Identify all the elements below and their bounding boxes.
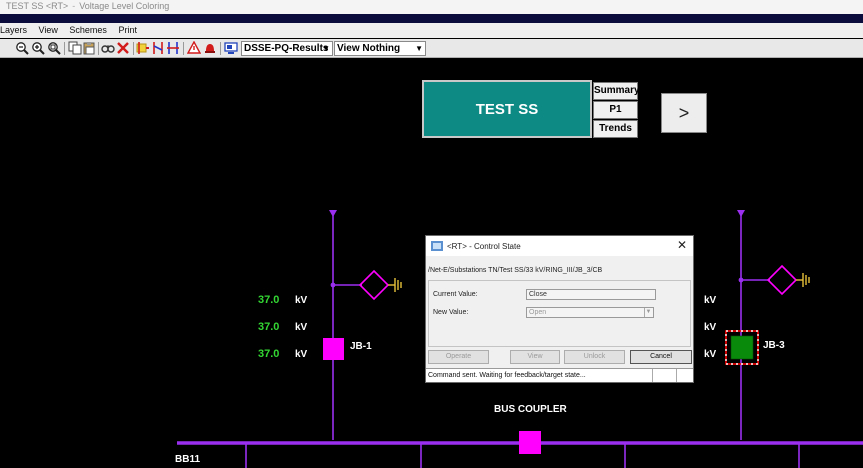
screen-icon[interactable] [224, 41, 238, 55]
element-path: /Net-E/Substations TN/Test SS/33 kV/RING… [428, 267, 603, 274]
station-button[interactable]: TEST SS [422, 80, 592, 138]
view-select-value: View Nothing [337, 43, 401, 54]
breaker-jb1[interactable] [323, 338, 344, 360]
view-select[interactable]: View Nothing ▼ [334, 41, 426, 56]
menu-bar: Layers View Schemes Print [0, 23, 863, 38]
voltage-unit: kV [704, 295, 717, 306]
new-value: Open [529, 309, 547, 316]
breaker-icon[interactable] [166, 41, 180, 55]
control-state-dialog: <RT> - Control State ✕ /Net-E/Substation… [425, 235, 694, 383]
dialog-title: <RT> - Control State [447, 242, 521, 251]
voltage-reading: 37.0 [258, 294, 280, 306]
menu-layers[interactable]: Layers [0, 23, 27, 38]
unlock-button[interactable]: Unlock [564, 350, 625, 364]
voltage-reading: 37.0 [258, 348, 280, 360]
tag-icon[interactable] [136, 41, 150, 55]
chevron-down-icon: ▼ [644, 308, 652, 317]
jb3-label: JB-3 [763, 340, 785, 351]
junction-dot [738, 277, 744, 283]
switch-icon[interactable] [151, 41, 165, 55]
delete-icon[interactable] [116, 41, 130, 55]
copy-icon[interactable] [68, 41, 82, 55]
earth-switch-jb3[interactable] [766, 264, 798, 296]
results-select[interactable]: DSSE-PQ-Results ▼ [241, 41, 333, 56]
status-text: Command sent. Waiting for feedback/targe… [428, 372, 586, 379]
new-value-label: New Value: [433, 309, 469, 316]
alarm-icon[interactable] [187, 41, 201, 55]
toolbar-separator [183, 42, 184, 55]
paste-icon[interactable] [82, 41, 96, 55]
toolbar-separator [64, 42, 65, 55]
breaker-jb3[interactable] [730, 335, 754, 360]
zoom-fit-icon[interactable] [47, 41, 61, 55]
voltage-unit: kV [295, 295, 308, 306]
menu-view[interactable]: View [39, 23, 58, 38]
view-button[interactable]: View [510, 350, 560, 364]
current-value: Close [529, 291, 547, 298]
operate-button[interactable]: Operate [428, 350, 489, 364]
header-band [0, 14, 863, 23]
window-title: TEST SS <RT> [6, 1, 69, 11]
status-divider [652, 369, 653, 382]
zoom-out-icon[interactable] [15, 41, 29, 55]
toolbar-separator [98, 42, 99, 55]
menu-print[interactable]: Print [118, 23, 137, 38]
status-bar: Command sent. Waiting for feedback/targe… [426, 368, 693, 382]
bus-coupler-label: BUS COUPLER [494, 404, 567, 415]
app-icon [431, 241, 443, 251]
chevron-down-icon: ▼ [322, 44, 330, 53]
dialog-title-bar[interactable]: <RT> - Control State ✕ [426, 236, 693, 256]
chevron-down-icon: ▼ [415, 44, 423, 53]
menu-schemes[interactable]: Schemes [69, 23, 107, 38]
junction-dot [330, 282, 336, 288]
title-separator: - [72, 1, 76, 11]
current-value-field: Close [526, 289, 656, 300]
window-title-bar: TEST SS <RT> - Voltage Level Coloring [0, 0, 863, 15]
results-select-value: DSSE-PQ-Results [244, 43, 329, 54]
bell-icon[interactable] [203, 41, 217, 55]
p1-button[interactable]: P1 [593, 101, 638, 119]
summary-button[interactable]: Summary [593, 82, 640, 100]
jb1-label: JB-1 [350, 341, 372, 352]
voltage-unit: kV [295, 322, 308, 333]
close-icon[interactable]: ✕ [677, 238, 687, 252]
window-subtitle: Voltage Level Coloring [79, 1, 170, 11]
toolbar-separator [220, 42, 221, 55]
trends-button[interactable]: Trends [593, 120, 638, 138]
bus-coupler-breaker[interactable] [519, 431, 541, 454]
next-button[interactable]: > [661, 93, 707, 133]
voltage-unit: kV [295, 349, 308, 360]
find-icon[interactable] [101, 41, 115, 55]
status-divider [676, 369, 677, 382]
voltage-unit: kV [704, 349, 717, 360]
toolbar: DSSE-PQ-Results ▼ View Nothing ▼ [0, 39, 863, 58]
earth-switch-jb1[interactable] [358, 269, 390, 301]
voltage-reading: 37.0 [258, 321, 280, 333]
zoom-in-icon[interactable] [31, 41, 45, 55]
value-group: Current Value: Close New Value: Open ▼ [428, 280, 691, 347]
cancel-button[interactable]: Cancel [630, 350, 692, 364]
voltage-unit: kV [704, 322, 717, 333]
current-value-label: Current Value: [433, 291, 478, 298]
toolbar-separator [133, 42, 134, 55]
new-value-select[interactable]: Open ▼ [526, 307, 654, 318]
busbar-label: BB11 [175, 454, 201, 465]
